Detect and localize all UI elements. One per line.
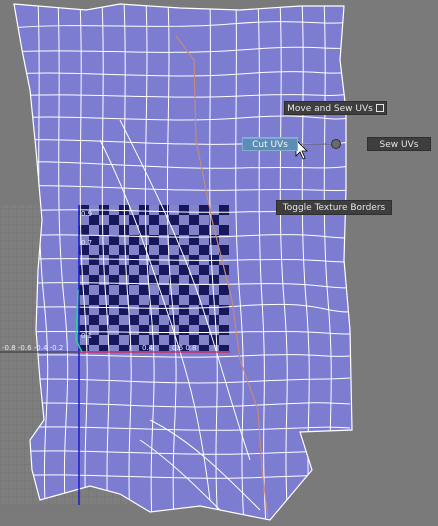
- sew-uvs-label: Sew UVs: [379, 140, 419, 150]
- uv-editor-viewport[interactable]: 0.9 0.7 0.1 -0.8 -0.6 -0.4 -0.2 0.4 0.6 …: [0, 0, 438, 526]
- tick-label-u: -0.8 -0.6 -0.4 -0.2: [2, 344, 63, 352]
- cut-uvs-label: Cut UVs: [252, 140, 288, 150]
- tick-label-u: 0.4: [142, 344, 154, 352]
- tick-label-v: 0.9: [81, 210, 92, 218]
- toggle-texture-borders-label: Toggle Texture Borders: [282, 203, 386, 213]
- checker-texture: [79, 205, 229, 351]
- option-box-icon[interactable]: [375, 104, 384, 112]
- uv-shell[interactable]: [10, 0, 353, 526]
- move-and-sew-uvs-menu-item[interactable]: Move and Sew UVs: [284, 101, 387, 115]
- tick-label-v: 0.7: [81, 239, 92, 247]
- move-and-sew-uvs-label: Move and Sew UVs: [287, 104, 373, 114]
- tick-label-u: 0.6 0.8: [172, 344, 197, 352]
- sew-uvs-menu-item[interactable]: Sew UVs: [367, 137, 431, 151]
- tick-label-v: 0.1: [81, 332, 92, 340]
- cut-uvs-menu-item[interactable]: Cut UVs: [242, 137, 298, 151]
- toggle-texture-borders-menu-item[interactable]: Toggle Texture Borders: [276, 200, 392, 215]
